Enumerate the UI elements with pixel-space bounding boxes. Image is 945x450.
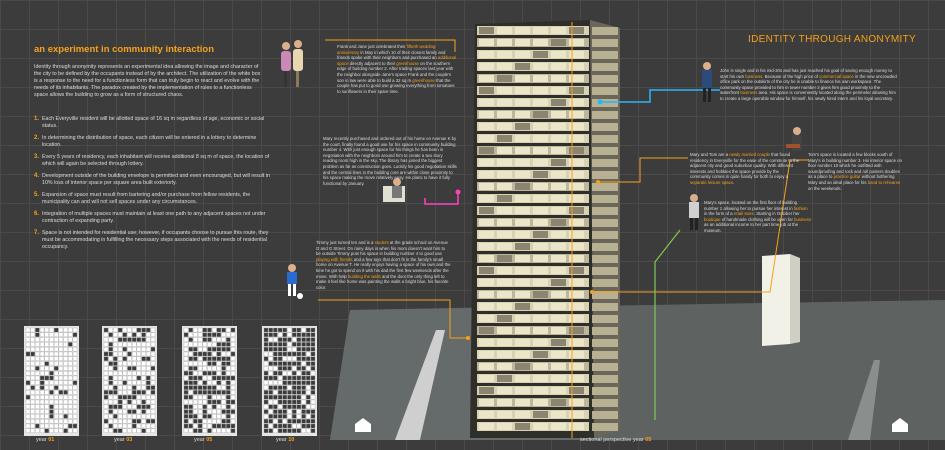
john-figure [702, 62, 712, 102]
couple-figure [281, 40, 303, 87]
tom-figure [786, 127, 802, 151]
story-reading-room: Mary recently purchased and ordered out … [323, 136, 457, 186]
tower-building [470, 20, 620, 438]
story-frank-jane: Frank and Jane just celebrated their fif… [337, 44, 457, 94]
timmy-figure [287, 264, 303, 299]
right-title: IDENTITY THROUGH ANONYMITY [748, 34, 916, 45]
story-mary-tom: Mary and Tom are a newly married couple … [690, 152, 800, 185]
story-timmy: Timmy just turned ten and is a student a… [316, 240, 451, 290]
section-caption: sectional perspective year 05 [580, 437, 652, 443]
mary-figure [689, 194, 699, 230]
story-toms-space: Tom's space is located a few blocks sout… [808, 152, 902, 191]
story-john: John is single and in his mid-30s and ha… [720, 68, 897, 101]
story-marys-space: Mary's space, located on the first floor… [704, 200, 812, 233]
